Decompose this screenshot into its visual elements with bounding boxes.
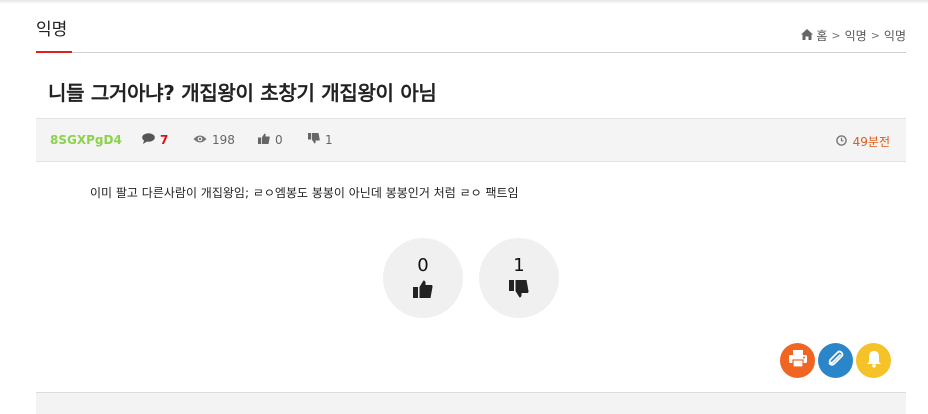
- thumbs-up-icon: [413, 280, 433, 302]
- clock-icon: [835, 134, 848, 149]
- board-title-underline: [36, 51, 72, 53]
- breadcrumb-home[interactable]: 홈: [816, 27, 827, 44]
- print-button[interactable]: [780, 343, 815, 378]
- thumbs-up-icon: [258, 133, 270, 147]
- breadcrumb-level1[interactable]: 익명: [845, 27, 867, 44]
- comment-count-value: 7: [160, 133, 169, 147]
- paperclip-icon: [827, 350, 845, 372]
- comment-count: 7: [142, 133, 168, 147]
- attach-button[interactable]: [818, 343, 853, 378]
- author-name[interactable]: 8SGXPgD4: [50, 133, 122, 147]
- top-shadow: [0, 0, 928, 4]
- post-time-value: 49분전: [852, 135, 890, 149]
- breadcrumb: 홈 > 익명 > 익명: [801, 27, 906, 44]
- comment-area-top: [36, 393, 906, 414]
- post-meta-bar: 8SGXPgD4 7 198 0 1 49분전: [36, 118, 906, 162]
- bell-icon: [866, 350, 882, 372]
- post-title: 니들 그거아냐? 개집왕이 초창기 개집왕이 아님: [48, 81, 437, 105]
- view-count: 198: [193, 133, 235, 147]
- board-title[interactable]: 익명: [36, 20, 67, 52]
- thumbs-down-icon: [308, 133, 320, 147]
- like-count: 0: [258, 133, 283, 147]
- post-time: 49분전: [835, 133, 890, 150]
- comment-icon: [142, 133, 155, 147]
- board-header: 익명 홈 > 익명 > 익명: [36, 14, 906, 53]
- post-body: 이미 팔고 다른사람이 개집왕임; ㄹㅇ엠봉도 봉봉이 아닌데 봉봉인거 처럼 …: [90, 186, 519, 200]
- view-count-value: 198: [212, 133, 235, 147]
- dislike-count: 1: [308, 133, 333, 147]
- post-author[interactable]: 8SGXPgD4: [50, 133, 122, 147]
- upvote-count: 0: [417, 255, 429, 276]
- eye-icon: [193, 133, 207, 147]
- downvote-button[interactable]: 1: [479, 238, 559, 318]
- home-icon[interactable]: [801, 28, 814, 43]
- like-count-value: 0: [275, 133, 283, 147]
- thumbs-down-icon: [509, 280, 529, 302]
- print-icon: [788, 350, 807, 371]
- downvote-count: 1: [513, 255, 525, 276]
- chevron-right-icon: >: [870, 29, 880, 42]
- dislike-count-value: 1: [325, 133, 333, 147]
- breadcrumb-level2[interactable]: 익명: [884, 27, 906, 44]
- upvote-button[interactable]: 0: [383, 238, 463, 318]
- notification-button[interactable]: [856, 343, 891, 378]
- chevron-right-icon: >: [831, 29, 841, 42]
